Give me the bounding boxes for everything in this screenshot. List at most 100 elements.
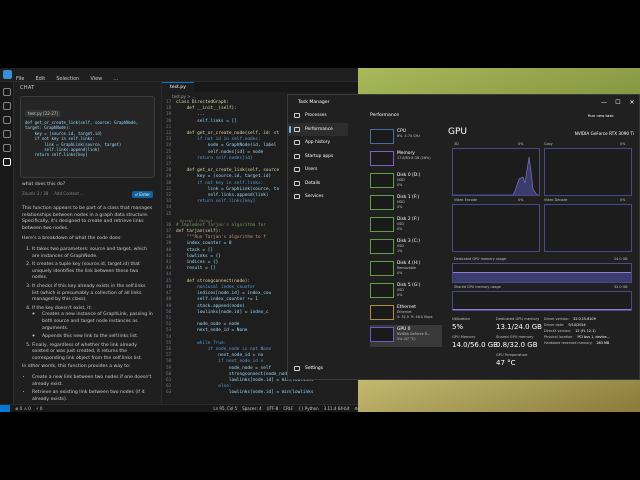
add-context-button[interactable]: Add Context ...	[54, 191, 84, 198]
interpreter[interactable]: 3.11.4 64-bit	[324, 406, 350, 411]
task-manager-titlebar: Task Manager — ☐ ✕	[288, 95, 639, 109]
explorer-icon[interactable]	[3, 88, 11, 96]
search-icon[interactable]	[3, 102, 11, 110]
nav-app-history[interactable]: App history	[288, 136, 348, 150]
chat-input-card[interactable]: test.py [22-27] def get_or_create_link(s…	[20, 96, 155, 178]
device-gpu[interactable]: GPU 0 NVIDIA GeForce R... 5% (47 °C)	[370, 325, 442, 347]
cursor-position[interactable]: Ln 95, Col 5	[213, 406, 237, 411]
graph-label-copy: Copy	[544, 142, 553, 146]
line-text: else:	[176, 384, 232, 390]
source-control-icon[interactable]	[3, 116, 11, 124]
nav-users[interactable]: Users	[288, 163, 348, 177]
nav-performance[interactable]: Performance	[288, 122, 348, 136]
line-text: indices[node.id] = index_cou	[176, 291, 272, 297]
device-sparkline	[370, 195, 394, 210]
model-picker[interactable]: Zaunis 3 / 38	[22, 191, 48, 198]
nav-details[interactable]: Details	[288, 177, 348, 191]
graph-copy	[544, 148, 632, 196]
nav-processes[interactable]: Processes	[288, 109, 348, 123]
send-button[interactable]: ⏎ Enter	[131, 191, 153, 198]
nav-settings[interactable]: Settings	[288, 362, 348, 376]
tab-test-py[interactable]: test.py	[162, 82, 194, 92]
activity-bar	[0, 82, 14, 404]
chat-panel: CHAT test.py [22-27] def get_or_create_l…	[14, 82, 162, 404]
dedicated-memory-stat-label: Dedicated GPU memory	[496, 317, 540, 321]
nav-services[interactable]: Services	[288, 190, 348, 204]
nav-startup-apps[interactable]: Startup apps	[288, 150, 348, 164]
device-disk[interactable]: Disk 3 (C:) SSD 1%	[370, 237, 442, 259]
device-disk[interactable]: Disk 2 (F:) SSD 0%	[370, 215, 442, 237]
graph-label-video-encode: Video Encode	[454, 198, 478, 202]
device-sparkline	[370, 327, 394, 342]
gpu-temperature-label: GPU Temperature	[496, 353, 528, 357]
remote-indicator[interactable]	[0, 404, 10, 412]
chat-meta: Zaunis 3 / 38 Add Context ... ⏎ Enter	[22, 191, 153, 198]
extensions-icon[interactable]	[3, 144, 11, 152]
line-text: class DirectedGraph:	[176, 100, 229, 105]
language-mode[interactable]: {} Python	[298, 406, 318, 411]
summary-item: Retrieve an existing link between two no…	[32, 390, 153, 403]
graph-video-encode	[452, 204, 540, 252]
code-line[interactable]: 63 lowlinks[node.id] = min(lowlinks	[166, 390, 358, 396]
code-line: def get_or_create_link(self, source: Gra…	[25, 120, 139, 125]
status-bar: ⊗ 0 ⚠ 0 ⚡ 0 Ln 95, Col 5 Spaces: 4 UTF-8…	[0, 404, 358, 412]
line-text: def __init__(self):	[176, 106, 237, 112]
line-text: indices = {}	[176, 260, 219, 266]
device-disk[interactable]: Disk 5 (G:) SSD 0%	[370, 281, 442, 303]
task-manager-nav: Processes Performance App history Startu…	[288, 109, 348, 379]
device-sparkline	[370, 217, 394, 232]
settings-icon[interactable]: ⚙	[354, 406, 358, 411]
device-list: CPU 8% 4.74 GHz Memory 17.8/63.8 GB (28%) Di…	[370, 127, 442, 379]
utilization-label: Utilization	[452, 317, 471, 321]
device-cpu[interactable]: CPU 8% 4.74 GHz	[370, 127, 442, 149]
run-debug-icon[interactable]	[3, 130, 11, 138]
physical-location: Physical location: PCI bus 1, device...	[544, 335, 610, 339]
line-ending[interactable]: CRLF	[283, 406, 293, 411]
performance-header: Performance	[370, 113, 400, 118]
response-substep: Creates a new instance of GraphLink, pas…	[42, 312, 153, 332]
encoding[interactable]: UTF-8	[267, 406, 279, 411]
line-text: key = (source.id, target.id)	[176, 174, 272, 180]
graph-pct-3d: 0%	[518, 142, 524, 146]
device-disk[interactable]: Disk 0 (D:) HDD 0%	[370, 171, 442, 193]
device-sparkline	[370, 129, 394, 144]
vscode-logo-icon	[3, 70, 12, 79]
details-icon	[294, 180, 300, 186]
run-new-task-button[interactable]: Run new task	[588, 113, 614, 118]
utilization-value: 5%	[452, 323, 464, 331]
vscode-titlebar: File Edit Selection View ...	[0, 68, 358, 82]
gear-icon	[294, 365, 300, 371]
minimize-button[interactable]: —	[597, 99, 611, 106]
graph-video-decode	[544, 204, 632, 252]
line-text: lowlinks[node.id] = index_c	[176, 309, 269, 315]
device-disk[interactable]: Disk 1 (F:) HDD 0%	[370, 193, 442, 215]
line-text: def get_or_create_link(self, source	[176, 168, 280, 174]
chat-icon[interactable]	[3, 158, 11, 166]
device-mem[interactable]: Memory 17.8/63.8 GB (28%)	[370, 149, 442, 171]
performance-icon	[294, 126, 300, 132]
chat-question[interactable]: what does this do?	[22, 182, 153, 187]
close-button[interactable]: ✕	[625, 99, 639, 106]
response-step: It takes two parameters: source and targ…	[32, 247, 153, 260]
line-text: if not id in self.nodes:	[176, 137, 261, 143]
task-manager-title: Task Manager	[298, 99, 330, 105]
code-line: return self.links[key]	[25, 152, 88, 158]
indentation[interactable]: Spaces: 4	[242, 406, 261, 411]
ports-status[interactable]: ⚡ 0	[36, 406, 43, 411]
gpu-name: NVIDIA GeForce RTX 3090 Ti	[574, 131, 634, 136]
gpu-memory-value: 14.0/56.0 GB	[452, 341, 498, 349]
graph-pct-encode: 0%	[518, 198, 524, 202]
line-text: self.links = []	[176, 118, 237, 124]
line-text: stack = []	[176, 247, 214, 253]
problems-status[interactable]: ⊗ 0 ⚠ 0	[15, 406, 31, 411]
device-disk[interactable]: Disk 4 (H:) Removable 0%	[370, 259, 442, 281]
dedicated-memory-graph	[452, 263, 632, 283]
device-sparkline	[370, 151, 394, 166]
processes-icon	[294, 113, 300, 119]
graph-3d	[452, 148, 540, 196]
maximize-button[interactable]: ☐	[611, 99, 625, 106]
code-line: if not key in self.links:	[25, 136, 95, 142]
attached-file-chip[interactable]: test.py [22-27]	[25, 110, 61, 117]
line-text: node_node = node	[176, 322, 240, 328]
device-net[interactable]: Ethernet Ethernet S: 32.0 R: 48.0 Kbps	[370, 303, 442, 325]
